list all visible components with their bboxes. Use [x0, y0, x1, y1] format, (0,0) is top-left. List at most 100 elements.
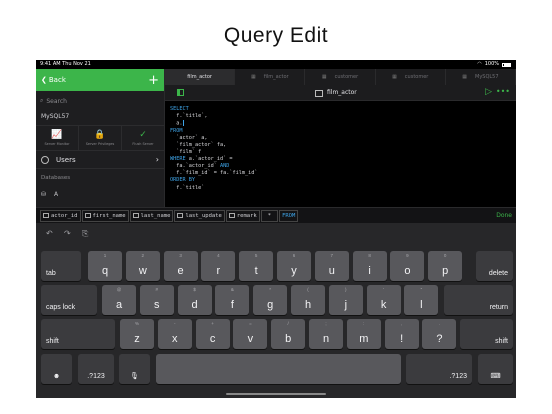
key-alt-label: @ — [116, 287, 122, 292]
delete-key[interactable]: delete — [476, 251, 513, 281]
key-label: x — [172, 333, 178, 345]
sidebar-toggle-icon[interactable] — [177, 89, 184, 96]
key-alt-label: 9 — [406, 253, 409, 258]
tab-1[interactable]: ▦ film_actor — [235, 69, 306, 85]
suggestion-column[interactable]: first_name — [81, 209, 129, 222]
key-k[interactable]: ' k — [366, 285, 401, 315]
shift-right-key[interactable]: shift — [460, 319, 513, 349]
check-icon: ✓ — [139, 129, 147, 140]
key-c[interactable]: + c — [195, 319, 230, 349]
caps-lock-key[interactable]: caps lock — [41, 285, 97, 315]
back-button[interactable]: ❮ Back — [41, 76, 66, 84]
key-f[interactable]: & f — [215, 285, 250, 315]
key-label: c — [209, 333, 216, 345]
tab-3[interactable]: ▦ customer — [376, 69, 446, 85]
key-alt-label: ; — [325, 321, 327, 326]
sidebar-item-database[interactable]: ⛁ A — [41, 191, 164, 198]
sql-text: a.`actor_id` = — [185, 156, 233, 163]
sidebar-item-users[interactable]: Users › — [36, 151, 164, 169]
sidebar: ❮ Back + ⌕ Search MySQL57 📈 Server Monito… — [36, 69, 165, 207]
tab-0[interactable]: film_actor — [165, 69, 236, 85]
server-tool[interactable]: ✓ Flush Server — [122, 126, 164, 150]
key-d[interactable]: $ d — [177, 285, 212, 315]
sidebar-header: ❮ Back + — [36, 69, 164, 91]
suggestion-column[interactable]: remark — [225, 209, 260, 222]
sql-text: `actor` a, — [170, 134, 208, 141]
key-o[interactable]: 9o — [390, 251, 425, 281]
server-tool[interactable]: 🔒 Server Privileges — [79, 126, 122, 150]
key-n[interactable]: ; n — [309, 319, 343, 349]
key-u[interactable]: 7u — [314, 251, 349, 281]
emoji-key[interactable]: ☻ — [41, 354, 72, 384]
return-key[interactable]: return — [444, 285, 513, 315]
sql-keyword: FROM — [170, 127, 183, 134]
key-![interactable]: ,! — [384, 319, 419, 349]
suggestion-column[interactable]: last_update — [174, 209, 225, 222]
shift-left-key[interactable]: shift — [41, 319, 115, 349]
key-label: m — [359, 333, 369, 345]
sql-text: fa.`actor_id` — [170, 163, 220, 170]
numbers-left-key[interactable]: .?123 — [78, 354, 114, 384]
sql-code[interactable]: SELECT f.`title`, a. FROM `actor` a, `fil… — [170, 106, 257, 192]
server-tools: 📈 Server Monitor 🔒 Server Privileges ✓ Flush … — [36, 125, 164, 151]
key-alt-label: & — [230, 287, 234, 292]
back-label: Back — [48, 76, 66, 84]
key-h[interactable]: (h — [291, 285, 325, 315]
key-e[interactable]: 3e — [163, 251, 198, 281]
sidebar-search[interactable]: ⌕ Search — [40, 95, 160, 107]
editor-title: film_actor — [315, 85, 357, 101]
key-r[interactable]: 4r — [201, 251, 236, 281]
undo-icon[interactable]: ↶ — [46, 229, 53, 238]
status-time: 9:41 AM Thu Nov 21 — [40, 61, 91, 67]
dictation-key[interactable]: 🎙 — [119, 354, 150, 384]
key-z[interactable]: % z — [120, 319, 154, 349]
suggestion-keyword[interactable]: FROM — [279, 209, 299, 222]
run-query-icon[interactable]: ▷ — [485, 88, 492, 97]
done-button[interactable]: Done — [496, 208, 512, 224]
key-w[interactable]: 2w — [125, 251, 160, 281]
paste-icon[interactable]: ⎘ — [82, 229, 88, 239]
suggestion-column[interactable]: actor_id — [40, 209, 81, 222]
key-y[interactable]: 6y — [277, 251, 311, 281]
key-p[interactable]: 0p — [428, 251, 463, 281]
server-tool[interactable]: 📈 Server Monitor — [36, 126, 79, 150]
key-b[interactable]: / b — [271, 319, 306, 349]
key-v[interactable]: = v — [233, 319, 268, 349]
key-m[interactable]: :m — [346, 319, 381, 349]
key-label: f — [230, 299, 234, 311]
key-label: z — [134, 333, 140, 345]
code-line: SELECT — [170, 106, 257, 113]
tab-4[interactable]: ▦ MySQL57 — [446, 69, 516, 85]
key-label: l — [420, 299, 423, 311]
key-j[interactable]: ) j — [328, 285, 363, 315]
suggestion-op[interactable]: * — [260, 209, 279, 222]
key-alt-label: ( — [307, 287, 309, 292]
table-small-icon: ▦ — [392, 74, 397, 80]
redo-icon[interactable]: ↷ — [64, 229, 71, 238]
key-t[interactable]: 5t — [239, 251, 274, 281]
column-icon — [132, 213, 139, 218]
key-l[interactable]: " l — [404, 285, 439, 315]
delete-key-label: delete — [488, 270, 508, 277]
key-i[interactable]: 8i — [352, 251, 387, 281]
key-s[interactable]: # s — [139, 285, 174, 315]
key-a[interactable]: @ a — [102, 285, 136, 315]
key-g[interactable]: * g — [253, 285, 288, 315]
tab-2[interactable]: ▦ customer — [305, 69, 376, 85]
numbers-right-key[interactable]: .?123 — [406, 354, 472, 384]
key-?[interactable]: .? — [422, 319, 457, 349]
status-bar: 9:41 AM Thu Nov 21 ◠ 100% — [36, 60, 516, 69]
hide-keyboard-key[interactable]: ⌨ — [478, 354, 513, 384]
suggestion-label: actor_id — [51, 212, 78, 219]
add-button[interactable]: + — [148, 74, 159, 87]
more-icon[interactable]: ••• — [496, 87, 510, 96]
suggestion-column[interactable]: last_name — [129, 209, 174, 222]
key-q[interactable]: 1q — [88, 251, 122, 281]
key-label: d — [191, 299, 198, 311]
space-bar[interactable] — [156, 354, 401, 384]
tab-label: film_actor — [263, 74, 289, 80]
key-label: y — [291, 265, 297, 277]
key-label: p — [442, 265, 449, 277]
tab-key[interactable]: tab — [41, 251, 81, 281]
key-x[interactable]: -x — [157, 319, 192, 349]
